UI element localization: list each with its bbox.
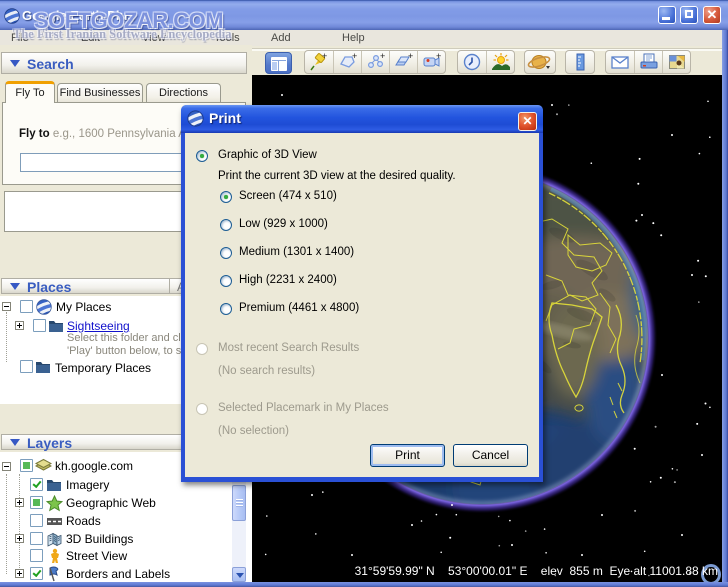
svg-text:+: +	[380, 51, 385, 61]
svg-text:+: +	[322, 51, 327, 61]
svg-text:+: +	[436, 51, 441, 61]
svg-text:+: +	[352, 51, 357, 61]
svg-text:+: +	[408, 51, 413, 61]
